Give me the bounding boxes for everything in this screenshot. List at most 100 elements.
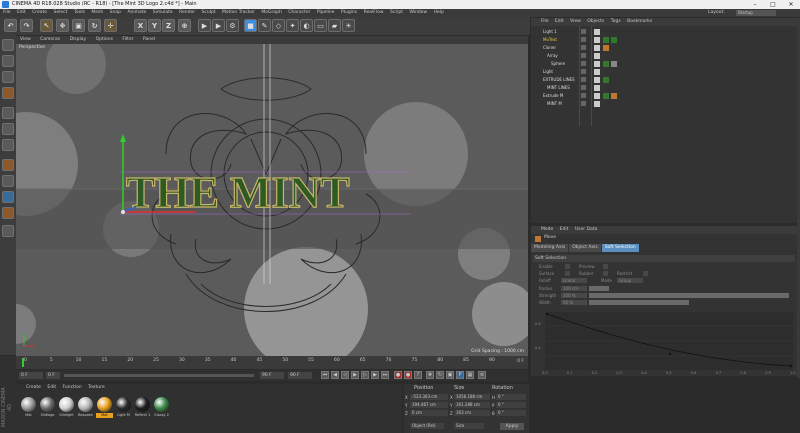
om-menu-bookmarks[interactable]: Bookmarks bbox=[627, 19, 652, 24]
maximize-button[interactable]: □ bbox=[764, 0, 782, 9]
check-icon[interactable] bbox=[594, 61, 600, 67]
object-row[interactable]: Light 1 bbox=[531, 28, 797, 36]
tab-object-axis[interactable]: Object Axis bbox=[569, 244, 601, 252]
check-icon[interactable] bbox=[594, 53, 600, 59]
width-field[interactable]: 50 % bbox=[561, 300, 587, 305]
start-frame-field[interactable]: 0 F bbox=[19, 372, 43, 379]
size-x-field[interactable]: 1056.188 cm bbox=[454, 394, 490, 400]
radius-slider[interactable] bbox=[589, 286, 609, 291]
visibility-dot-icon[interactable] bbox=[581, 61, 586, 66]
timeline-ruler[interactable]: 0 5 10 15 20 25 30 35 40 45 50 55 60 65 70 75 80 85 90 bbox=[24, 358, 495, 367]
material-swatch[interactable]: Mat bbox=[96, 396, 113, 422]
visibility-dot-icon[interactable] bbox=[581, 45, 586, 50]
camera-icon[interactable]: ▰ bbox=[328, 19, 341, 32]
size-y-field[interactable]: 161.288 cm bbox=[454, 402, 490, 408]
mm-menu-create[interactable]: Create bbox=[26, 385, 41, 390]
am-menu-edit[interactable]: Edit bbox=[560, 227, 569, 232]
material-swatch[interactable]: Glossy 2 bbox=[153, 396, 170, 422]
material-tag-icon[interactable] bbox=[603, 93, 609, 99]
material-tag-icon[interactable] bbox=[603, 37, 609, 43]
material-tag-icon[interactable] bbox=[603, 61, 609, 67]
object-row[interactable]: MINT M bbox=[531, 100, 797, 108]
falloff-curve[interactable] bbox=[546, 313, 792, 367]
phong-tag-icon[interactable] bbox=[611, 93, 617, 99]
floor-icon[interactable]: ▭ bbox=[314, 19, 327, 32]
check-icon[interactable] bbox=[594, 93, 600, 99]
check-icon[interactable] bbox=[594, 101, 600, 107]
om-menu-file[interactable]: File bbox=[541, 19, 549, 24]
rotate-tool-icon[interactable]: ↻ bbox=[88, 19, 101, 32]
record-keys-icon[interactable]: ● bbox=[394, 371, 402, 379]
om-menu-objects[interactable]: Objects bbox=[587, 19, 604, 24]
menu-window[interactable]: Window bbox=[409, 10, 427, 15]
logo-text[interactable]: THE MINT bbox=[125, 167, 350, 217]
points-mode-icon[interactable] bbox=[2, 107, 14, 119]
object-row[interactable]: Extrude M bbox=[531, 92, 797, 100]
gizmo-origin[interactable] bbox=[121, 210, 125, 214]
tab-soft-selection[interactable]: Soft Selection bbox=[601, 244, 639, 252]
am-menu-mode[interactable]: Mode bbox=[541, 227, 553, 232]
menu-select[interactable]: Select bbox=[54, 10, 68, 15]
check-icon[interactable] bbox=[594, 69, 600, 75]
texture-mode-icon[interactable] bbox=[2, 71, 14, 83]
menu-simulate[interactable]: Simulate bbox=[153, 10, 173, 15]
next-frame-icon[interactable]: ▷ bbox=[361, 371, 369, 379]
falloff-curve-graph[interactable] bbox=[545, 312, 793, 370]
menu-snap[interactable]: Snap bbox=[110, 10, 121, 15]
material-swatch[interactable]: Mat bbox=[20, 396, 37, 422]
position-x-field[interactable]: -523.303 cm bbox=[410, 394, 448, 400]
mm-menu-texture[interactable]: Texture bbox=[88, 385, 104, 390]
render-view-icon[interactable]: ▶ bbox=[198, 19, 211, 32]
array-generator-icon[interactable]: ✦ bbox=[286, 19, 299, 32]
visibility-dot-icon[interactable] bbox=[581, 93, 586, 98]
menu-file[interactable]: File bbox=[3, 10, 11, 15]
rubber-checkbox[interactable] bbox=[603, 271, 608, 276]
mm-menu-edit[interactable]: Edit bbox=[47, 385, 56, 390]
menu-edit[interactable]: Edit bbox=[17, 10, 26, 15]
rotation-p-field[interactable]: 0 ° bbox=[496, 402, 526, 408]
prev-key-icon[interactable]: ◀ bbox=[331, 371, 339, 379]
3d-viewport[interactable]: THE MINT Perspective Grid Spacing : 1000… bbox=[16, 44, 528, 356]
object-row[interactable]: Cloner bbox=[531, 44, 797, 52]
am-menu-user-data[interactable]: User Data bbox=[575, 227, 597, 232]
x-axis-lock-button[interactable]: X bbox=[134, 19, 147, 32]
material-swatch[interactable]: Sildlight bbox=[58, 396, 75, 422]
layout-dropdown[interactable]: Startup bbox=[736, 10, 776, 16]
om-menu-edit[interactable]: Edit bbox=[555, 19, 564, 24]
object-row[interactable]: MoText bbox=[531, 36, 797, 44]
visibility-dot-icon[interactable] bbox=[581, 53, 586, 58]
tweak-mode-icon[interactable] bbox=[2, 175, 14, 187]
planar-workplane-icon[interactable] bbox=[2, 225, 14, 237]
goto-end-icon[interactable]: ⏭ bbox=[381, 371, 389, 379]
viewport-menu-display[interactable]: Display bbox=[70, 37, 87, 42]
workplane-lock-icon[interactable] bbox=[2, 207, 14, 219]
menu-sculpt[interactable]: Sculpt bbox=[202, 10, 216, 15]
texture-tag-icon[interactable] bbox=[611, 61, 617, 67]
check-icon[interactable] bbox=[594, 37, 600, 43]
check-icon[interactable] bbox=[594, 45, 600, 51]
rotation-h-field[interactable]: 0 ° bbox=[496, 394, 526, 400]
viewport-menu-panel[interactable]: Panel bbox=[143, 37, 155, 42]
axis-mode-icon[interactable] bbox=[2, 159, 14, 171]
render-settings-icon[interactable]: ⚙ bbox=[226, 19, 239, 32]
menu-create[interactable]: Create bbox=[32, 10, 47, 15]
visibility-dot-icon[interactable] bbox=[581, 69, 586, 74]
polygons-mode-icon[interactable] bbox=[2, 139, 14, 151]
key-pla-icon[interactable]: ▦ bbox=[466, 371, 474, 379]
coordinate-system-icon[interactable]: ⊕ bbox=[178, 19, 191, 32]
y-axis-lock-button[interactable]: Y bbox=[148, 19, 161, 32]
preview-checkbox[interactable] bbox=[603, 264, 608, 269]
surface-checkbox[interactable] bbox=[565, 271, 570, 276]
end-frame-field[interactable]: 90 F bbox=[260, 372, 284, 379]
mode-dropdown[interactable]: Group bbox=[617, 278, 643, 283]
viewport-menu-options[interactable]: Options bbox=[96, 37, 113, 42]
viewport-menu-cameras[interactable]: Cameras bbox=[40, 37, 60, 42]
tab-modeling-axis[interactable]: Modeling Axis bbox=[531, 244, 569, 252]
material-swatch[interactable]: Reflect 1 bbox=[134, 396, 151, 422]
render-picture-viewer-icon[interactable]: ▶ bbox=[212, 19, 225, 32]
visibility-dot-icon[interactable] bbox=[581, 37, 586, 42]
phong-tag-icon[interactable] bbox=[603, 45, 609, 51]
workplane-mode-icon[interactable] bbox=[2, 87, 14, 99]
visibility-dot-icon[interactable] bbox=[581, 101, 586, 106]
play-icon[interactable]: ▶ bbox=[351, 371, 359, 379]
